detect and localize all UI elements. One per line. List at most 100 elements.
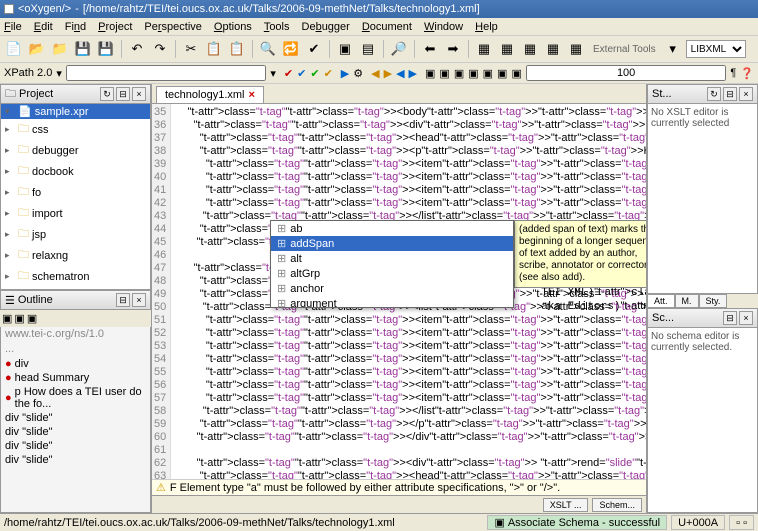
- menu-perspective[interactable]: Perspective: [144, 21, 202, 33]
- search2-icon[interactable]: 🔎: [389, 39, 409, 59]
- xpath-input[interactable]: [66, 65, 267, 81]
- tree-folder[interactable]: ▸🗀fo: [1, 182, 150, 203]
- outline-btn1[interactable]: ▣: [2, 312, 12, 325]
- project-file[interactable]: ▾📄sample.xpr: [1, 104, 150, 119]
- tab-xslt[interactable]: XSLT ...: [543, 498, 589, 512]
- copy-icon[interactable]: 📋: [204, 39, 224, 59]
- outline-item[interactable]: ●div: [1, 357, 150, 371]
- help-icon[interactable]: ❓: [740, 67, 754, 80]
- close-icon[interactable]: ×: [739, 87, 753, 101]
- grid1-icon[interactable]: ▦: [474, 39, 494, 59]
- format-icon[interactable]: ¶: [730, 67, 736, 79]
- view2-icon[interactable]: ▤: [358, 39, 378, 59]
- close-icon[interactable]: ×: [132, 293, 146, 307]
- autocomplete-item[interactable]: ⊞alt: [271, 251, 513, 266]
- config-icon[interactable]: ⚙: [353, 67, 363, 80]
- tab-attr[interactable]: Att.: [647, 294, 675, 308]
- autocomplete-popup[interactable]: ⊞ab⊞addSpan⊞alt⊞altGrp⊞anchor⊞argument⊞b…: [270, 220, 514, 308]
- close-icon[interactable]: ×: [739, 311, 753, 325]
- validation-warning[interactable]: ⚠ F Element type "a" must be followed by…: [152, 479, 646, 495]
- close-icon[interactable]: ×: [132, 87, 146, 101]
- paste-icon[interactable]: 📋: [227, 39, 247, 59]
- nav2-icon[interactable]: ▶: [384, 67, 392, 80]
- tab-style[interactable]: Sty.: [699, 294, 728, 308]
- nav4-icon[interactable]: ▶: [409, 67, 417, 80]
- menu-file[interactable]: File: [4, 21, 22, 33]
- validate-blue-icon[interactable]: ✔: [297, 67, 306, 80]
- tool3-icon[interactable]: ▣: [454, 67, 464, 80]
- project-tree[interactable]: ▾📄sample.xpr ▸🗀css▸🗀debugger▸🗀docbook▸🗀f…: [0, 104, 151, 290]
- tab-technology1[interactable]: technology1.xml×: [156, 86, 264, 103]
- autocomplete-item[interactable]: ⊞anchor: [271, 281, 513, 296]
- autocomplete-item[interactable]: ⊞argument: [271, 296, 513, 308]
- validate-green-icon[interactable]: ✔: [310, 67, 319, 80]
- tree-folder[interactable]: ▸🗀debugger: [1, 140, 150, 161]
- outline-btn3[interactable]: ▣: [27, 312, 37, 325]
- tab-model[interactable]: M.: [675, 294, 699, 308]
- open2-icon[interactable]: 📁: [50, 39, 70, 59]
- outline-tree[interactable]: www.tei-c.org/ns/1.0 ... ●div●head Summa…: [0, 327, 151, 513]
- tool7-icon[interactable]: ▣: [511, 67, 521, 80]
- pin-icon[interactable]: ⊟: [116, 87, 130, 101]
- tool6-icon[interactable]: ▣: [497, 67, 507, 80]
- autocomplete-item[interactable]: ⊞addSpan: [271, 236, 513, 251]
- outline-item[interactable]: div "slide": [1, 453, 150, 467]
- nav1-icon[interactable]: ◀: [371, 67, 379, 80]
- tree-folder[interactable]: ▸🗀css: [1, 119, 150, 140]
- libxml-select[interactable]: LIBXML: [686, 40, 746, 58]
- cut-icon[interactable]: ✂: [181, 39, 201, 59]
- run-icon[interactable]: ▶: [341, 67, 349, 80]
- outline-btn2[interactable]: ▣: [14, 312, 24, 325]
- autocomplete-item[interactable]: ⊞ab: [271, 221, 513, 236]
- tree-folder[interactable]: ▸🗀schematron: [1, 266, 150, 287]
- tree-folder[interactable]: ▸🗀import: [1, 203, 150, 224]
- menu-document[interactable]: Document: [362, 21, 412, 33]
- menu-debugger[interactable]: Debugger: [302, 21, 350, 33]
- chevron-down-icon[interactable]: ▾: [270, 67, 276, 80]
- tool5-icon[interactable]: ▣: [483, 67, 493, 80]
- view1-icon[interactable]: ▣: [335, 39, 355, 59]
- menu-tools[interactable]: Tools: [264, 21, 290, 33]
- chevron-down-icon[interactable]: ▾: [56, 67, 62, 80]
- tree-folder[interactable]: ▸🗀jsp: [1, 224, 150, 245]
- validate-red-icon[interactable]: ✔: [284, 67, 293, 80]
- menu-project[interactable]: Project: [98, 21, 132, 33]
- save-icon[interactable]: 💾: [73, 39, 93, 59]
- chevron-down-icon[interactable]: ▾: [663, 39, 683, 59]
- nav3-icon[interactable]: ◀: [396, 67, 404, 80]
- tool2-icon[interactable]: ▣: [439, 67, 449, 80]
- open-icon[interactable]: 📂: [27, 39, 47, 59]
- autocomplete-item[interactable]: ⊞altGrp: [271, 266, 513, 281]
- pin-icon[interactable]: ⊟: [116, 293, 130, 307]
- arrow-left-icon[interactable]: ⬅: [420, 39, 440, 59]
- width-input[interactable]: [526, 65, 727, 81]
- menu-window[interactable]: Window: [424, 21, 463, 33]
- outline-item[interactable]: ●p How does a TEI user do the fo...: [1, 385, 150, 411]
- outline-item[interactable]: ●head Summary: [1, 371, 150, 385]
- pin-icon[interactable]: ⊟: [723, 311, 737, 325]
- menu-edit[interactable]: Edit: [34, 21, 53, 33]
- code-editor[interactable]: 35 36 37 38 39 40 41 42 43 44 45 46 47 4…: [152, 104, 646, 479]
- tool4-icon[interactable]: ▣: [468, 67, 478, 80]
- tree-folder[interactable]: ▸🗀relaxng: [1, 245, 150, 266]
- menu-options[interactable]: Options: [214, 21, 252, 33]
- redo-icon[interactable]: ↷: [150, 39, 170, 59]
- close-icon[interactable]: ×: [249, 89, 255, 101]
- refresh-icon[interactable]: ↻: [707, 87, 721, 101]
- menu-help[interactable]: Help: [475, 21, 498, 33]
- undo-icon[interactable]: ↶: [127, 39, 147, 59]
- grid4-icon[interactable]: ▦: [543, 39, 563, 59]
- external-tools-label[interactable]: External Tools: [593, 44, 656, 55]
- outline-item[interactable]: div "slide": [1, 411, 150, 425]
- replace-icon[interactable]: 🔁: [281, 39, 301, 59]
- save-all-icon[interactable]: 💾: [96, 39, 116, 59]
- refresh-icon[interactable]: ↻: [100, 87, 114, 101]
- new-icon[interactable]: 📄: [4, 39, 24, 59]
- outline-item[interactable]: div "slide": [1, 439, 150, 453]
- tab-schema[interactable]: Schem...: [592, 498, 642, 512]
- find-icon[interactable]: 🔍: [258, 39, 278, 59]
- tool1-icon[interactable]: ▣: [425, 67, 435, 80]
- outline-item[interactable]: div "slide": [1, 425, 150, 439]
- spell-icon[interactable]: ✔: [304, 39, 324, 59]
- grid3-icon[interactable]: ▦: [520, 39, 540, 59]
